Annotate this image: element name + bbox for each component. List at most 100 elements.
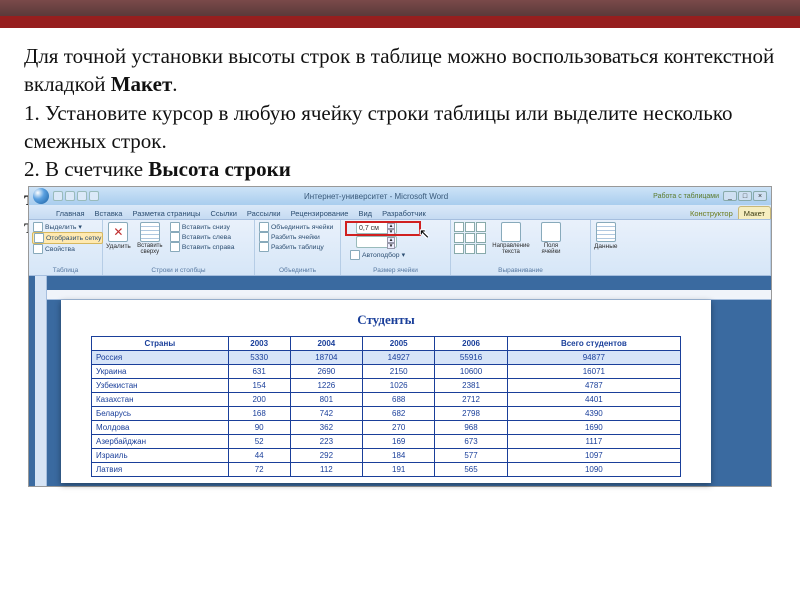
- cell-value[interactable]: 169: [363, 435, 435, 449]
- cell-country[interactable]: Казахстан: [92, 393, 229, 407]
- cell-value[interactable]: 168: [228, 407, 290, 421]
- cell-value[interactable]: 200: [228, 393, 290, 407]
- cell-value[interactable]: 52: [228, 435, 290, 449]
- table-row[interactable]: Азербайджан522231696731117: [92, 435, 681, 449]
- cell-value[interactable]: 44: [228, 449, 290, 463]
- cell-country[interactable]: Азербайджан: [92, 435, 229, 449]
- spin-down-icon[interactable]: ▾: [387, 229, 395, 235]
- select-button[interactable]: Выделить ▾: [32, 222, 103, 232]
- tab-review[interactable]: Рецензирование: [286, 207, 354, 219]
- cell-value[interactable]: 577: [435, 449, 507, 463]
- cell-country[interactable]: Латвия: [92, 463, 229, 477]
- horizontal-ruler[interactable]: [47, 290, 771, 300]
- data-button[interactable]: Данные: [594, 222, 617, 250]
- insert-above-button[interactable]: Вставить сверху: [133, 222, 167, 255]
- qat-undo-icon[interactable]: [65, 191, 75, 201]
- cell-value[interactable]: 94877: [507, 351, 680, 365]
- table-row[interactable]: Казахстан20080168827124401: [92, 393, 681, 407]
- cell-value[interactable]: 4787: [507, 379, 680, 393]
- table-row[interactable]: Латвия721121915651090: [92, 463, 681, 477]
- cell-value[interactable]: 72: [228, 463, 290, 477]
- cell-value[interactable]: 688: [363, 393, 435, 407]
- quick-access-toolbar[interactable]: [53, 191, 99, 201]
- cell-value[interactable]: 673: [435, 435, 507, 449]
- cell-country[interactable]: Россия: [92, 351, 229, 365]
- cell-value[interactable]: 1090: [507, 463, 680, 477]
- cell-value[interactable]: 270: [363, 421, 435, 435]
- qat-redo-icon[interactable]: [77, 191, 87, 201]
- text-direction-button[interactable]: Направление текста: [490, 222, 532, 255]
- cell-value[interactable]: 2712: [435, 393, 507, 407]
- tab-design[interactable]: Конструктор: [685, 207, 738, 219]
- insert-below-button[interactable]: Вставить снизу: [169, 222, 236, 232]
- students-table[interactable]: Страны 2003 2004 2005 2006 Всего студент…: [91, 336, 681, 477]
- tab-view[interactable]: Вид: [353, 207, 377, 219]
- col-width-spinner[interactable]: ▴▾: [356, 236, 397, 248]
- cell-value[interactable]: 2150: [363, 365, 435, 379]
- cell-value[interactable]: 191: [363, 463, 435, 477]
- table-row[interactable]: Украина631269021501060016071: [92, 365, 681, 379]
- tab-insert[interactable]: Вставка: [90, 207, 128, 219]
- cell-value[interactable]: 223: [290, 435, 362, 449]
- cell-value[interactable]: 1097: [507, 449, 680, 463]
- table-row[interactable]: Молдова903622709681690: [92, 421, 681, 435]
- table-row[interactable]: Узбекистан1541226102623814787: [92, 379, 681, 393]
- cell-country[interactable]: Узбекистан: [92, 379, 229, 393]
- table-row[interactable]: Израиль442921845771097: [92, 449, 681, 463]
- cell-value[interactable]: 1226: [290, 379, 362, 393]
- cell-value[interactable]: 90: [228, 421, 290, 435]
- insert-right-button[interactable]: Вставить справа: [169, 242, 236, 252]
- cell-country[interactable]: Беларусь: [92, 407, 229, 421]
- cell-value[interactable]: 2690: [290, 365, 362, 379]
- minimize-button[interactable]: _: [723, 191, 737, 201]
- tab-home[interactable]: Главная: [51, 207, 90, 219]
- cell-value[interactable]: 565: [435, 463, 507, 477]
- cell-value[interactable]: 1690: [507, 421, 680, 435]
- document-area[interactable]: Студенты Страны 2003 2004 2005 2006 Всег…: [29, 276, 771, 486]
- cell-country[interactable]: Израиль: [92, 449, 229, 463]
- close-button[interactable]: ×: [753, 191, 767, 201]
- delete-button[interactable]: Удалить: [106, 222, 131, 250]
- distribute-cols-icon[interactable]: [399, 237, 411, 247]
- cell-value[interactable]: 10600: [435, 365, 507, 379]
- cell-value[interactable]: 631: [228, 365, 290, 379]
- row-height-spinner[interactable]: 0,7 см ▴▾: [356, 222, 397, 234]
- cell-value[interactable]: 2381: [435, 379, 507, 393]
- cell-value[interactable]: 968: [435, 421, 507, 435]
- show-grid-button[interactable]: Отобразить сетку: [32, 232, 103, 244]
- office-button[interactable]: [33, 188, 49, 204]
- tab-mailings[interactable]: Рассылки: [242, 207, 286, 219]
- cell-value[interactable]: 292: [290, 449, 362, 463]
- cell-value[interactable]: 5330: [228, 351, 290, 365]
- table-row[interactable]: Беларусь16874268227984390: [92, 407, 681, 421]
- cell-value[interactable]: 14927: [363, 351, 435, 365]
- tab-developer[interactable]: Разработчик: [377, 207, 431, 219]
- tab-page-layout[interactable]: Разметка страницы: [127, 207, 205, 219]
- merge-cells-button[interactable]: Объединить ячейки: [258, 222, 334, 232]
- cell-value[interactable]: 184: [363, 449, 435, 463]
- qat-save-icon[interactable]: [53, 191, 63, 201]
- cell-country[interactable]: Молдова: [92, 421, 229, 435]
- cell-value[interactable]: 112: [290, 463, 362, 477]
- cell-value[interactable]: 1026: [363, 379, 435, 393]
- cell-value[interactable]: 801: [290, 393, 362, 407]
- distribute-rows-icon[interactable]: [399, 223, 411, 233]
- split-cells-button[interactable]: Разбить ячейки: [258, 232, 334, 242]
- table-row[interactable]: Россия533018704149275591694877: [92, 351, 681, 365]
- cell-value[interactable]: 4401: [507, 393, 680, 407]
- cell-value[interactable]: 682: [363, 407, 435, 421]
- cell-value[interactable]: 1117: [507, 435, 680, 449]
- cell-value[interactable]: 18704: [290, 351, 362, 365]
- cell-value[interactable]: 2798: [435, 407, 507, 421]
- cell-value[interactable]: 55916: [435, 351, 507, 365]
- properties-button[interactable]: Свойства: [32, 244, 103, 254]
- cell-value[interactable]: 16071: [507, 365, 680, 379]
- vertical-ruler[interactable]: [35, 276, 47, 486]
- autofit-button[interactable]: Автоподбор ▾: [349, 250, 406, 260]
- cell-country[interactable]: Украина: [92, 365, 229, 379]
- cell-value[interactable]: 154: [228, 379, 290, 393]
- cell-value[interactable]: 742: [290, 407, 362, 421]
- cell-value[interactable]: 4390: [507, 407, 680, 421]
- spin-down-icon[interactable]: ▾: [387, 243, 395, 249]
- page[interactable]: Студенты Страны 2003 2004 2005 2006 Всег…: [61, 300, 711, 483]
